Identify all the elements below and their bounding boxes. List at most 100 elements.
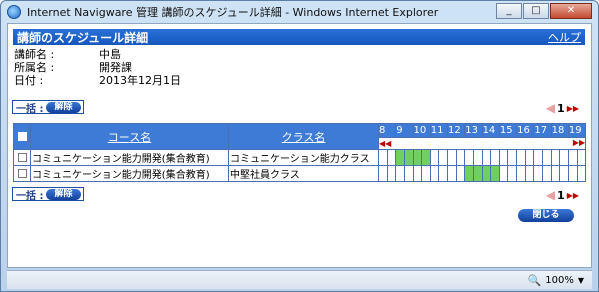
course-sort-link[interactable]: コース名 — [108, 131, 151, 144]
time-slot — [524, 165, 535, 182]
browser-window: Internet Navigware 管理 講師のスケジュール詳細 - Wind… — [0, 0, 599, 292]
ie-icon — [7, 5, 21, 19]
select-all-checkbox[interactable] — [17, 131, 27, 141]
help-link[interactable]: ヘルプ — [548, 29, 581, 45]
title-bar: Internet Navigware 管理 講師のスケジュール詳細 - Wind… — [1, 1, 598, 23]
time-slot — [386, 165, 397, 182]
header-bar: 講師のスケジュール詳細 ヘルプ — [13, 29, 585, 45]
time-slot — [378, 165, 388, 182]
time-slot — [386, 149, 397, 166]
status-bar: 🔍 100% ▼ — [7, 270, 592, 289]
zoom-level[interactable]: 100% — [545, 275, 574, 286]
hour-header: 9 — [395, 123, 414, 138]
busy-time-slot — [395, 149, 405, 166]
time-slot — [559, 165, 569, 182]
page-number: 1 — [557, 101, 565, 115]
course-cell: コミュニケーション能力開発(集合教育) — [30, 149, 229, 166]
busy-time-slot — [490, 165, 500, 182]
time-slot — [567, 165, 578, 182]
time-slot — [438, 165, 449, 182]
class-cell: コミュニケーション能力クラス — [228, 149, 379, 166]
scroll-right-icon[interactable]: ▶▶ — [573, 138, 585, 147]
info-label: 日付 : — [14, 74, 44, 87]
page-title: 講師のスケジュール詳細 — [17, 30, 149, 45]
scroll-left-icon[interactable]: ◀◀ — [379, 139, 391, 148]
info-label: 講師名 : — [14, 48, 55, 61]
time-slot — [550, 149, 561, 166]
hour-header: 15 — [498, 123, 518, 138]
bulk-action-top: 一括 : 解除 — [12, 100, 84, 115]
time-slot — [455, 165, 466, 182]
window-title: Internet Navigware 管理 講師のスケジュール詳細 - Wind… — [27, 6, 439, 19]
pager-top: ◀ 1 ▶▶ — [546, 101, 579, 115]
class-cell: 中堅社員クラス — [228, 165, 379, 182]
row-checkbox[interactable] — [17, 168, 27, 178]
hour-header: 12 — [447, 123, 466, 138]
info-row-instructor: 講師名 : 中島 — [14, 48, 181, 61]
page-content: 講師のスケジュール詳細 ヘルプ 講師名 : 中島 所属名 : 開発課 日付 : … — [7, 23, 592, 268]
time-slot — [498, 165, 509, 182]
info-label: 所属名 : — [14, 61, 55, 74]
class-sort-link[interactable]: クラス名 — [282, 131, 326, 144]
close-window-button[interactable]: ✕ — [550, 3, 592, 19]
prev-page-icon[interactable]: ◀ — [546, 101, 555, 115]
busy-time-slot — [403, 149, 414, 166]
hour-header: 16 — [516, 123, 535, 138]
bulk-release-button[interactable]: 解除 — [46, 188, 81, 200]
chevron-down-icon[interactable]: ▼ — [578, 276, 584, 285]
busy-time-slot — [421, 149, 431, 166]
window-controls: _ □ ✕ — [496, 3, 592, 19]
busy-time-slot — [472, 165, 483, 182]
bulk-label: 一括 : — [16, 190, 44, 202]
prev-page-icon[interactable]: ◀ — [546, 188, 555, 202]
time-slot — [429, 165, 440, 182]
bulk-release-button[interactable]: 解除 — [46, 101, 81, 113]
close-button[interactable]: 閉じる — [518, 209, 574, 222]
class-name: 中堅社員クラス — [230, 170, 300, 181]
time-slot — [429, 149, 440, 166]
time-slot — [559, 149, 569, 166]
info-row-date: 日付 : 2013年12月1日 — [14, 74, 181, 87]
bulk-action-bottom: 一括 : 解除 — [12, 187, 84, 202]
time-slot — [447, 149, 457, 166]
table-row: コミュニケーション能力開発(集合教育) コミュニケーション能力クラス — [13, 149, 587, 166]
course-name: コミュニケーション能力開発(集合教育) — [32, 170, 210, 181]
time-slot — [498, 149, 509, 166]
time-slot — [576, 165, 587, 182]
time-slot — [542, 165, 552, 182]
info-value: 2013年12月1日 — [99, 74, 181, 87]
select-all-cell — [13, 123, 31, 150]
time-slot — [395, 165, 405, 182]
maximize-button[interactable]: □ — [523, 3, 549, 19]
row-select-cell — [13, 165, 31, 182]
course-column-header: コース名 — [30, 123, 229, 150]
next-page-icon[interactable]: ▶▶ — [567, 191, 579, 200]
course-cell: コミュニケーション能力開発(集合教育) — [30, 165, 229, 182]
time-slot — [455, 149, 466, 166]
time-slot — [481, 149, 492, 166]
busy-time-slot — [412, 149, 423, 166]
time-slot — [507, 149, 518, 166]
hour-header: 17 — [533, 123, 552, 138]
time-slot — [412, 165, 423, 182]
row-checkbox[interactable] — [17, 152, 27, 162]
table-row: コミュニケーション能力開発(集合教育) 中堅社員クラス — [13, 165, 587, 182]
busy-time-slot — [464, 165, 474, 182]
info-row-department: 所属名 : 開発課 — [14, 61, 181, 74]
minimize-button[interactable]: _ — [496, 3, 522, 19]
next-page-icon[interactable]: ▶▶ — [567, 104, 579, 113]
time-slot — [516, 149, 526, 166]
busy-time-slot — [481, 165, 492, 182]
time-scroll-bar: ◀◀ ▶▶ — [377, 137, 587, 150]
hour-header: 14 — [481, 123, 500, 138]
class-name: コミュニケーション能力クラス — [230, 154, 370, 165]
time-slot — [533, 149, 543, 166]
zoom-icon: 🔍 — [527, 273, 542, 287]
info-value: 中島 — [99, 48, 121, 61]
page-number: 1 — [557, 188, 565, 202]
hour-header: 19 — [567, 123, 587, 138]
time-slot — [576, 149, 587, 166]
hour-header: 8 — [377, 123, 397, 138]
schedule-table: コース名 クラス名 8 9 10 11 12 13 14 15 16 17 18… — [13, 123, 587, 182]
row-select-cell — [13, 149, 31, 166]
